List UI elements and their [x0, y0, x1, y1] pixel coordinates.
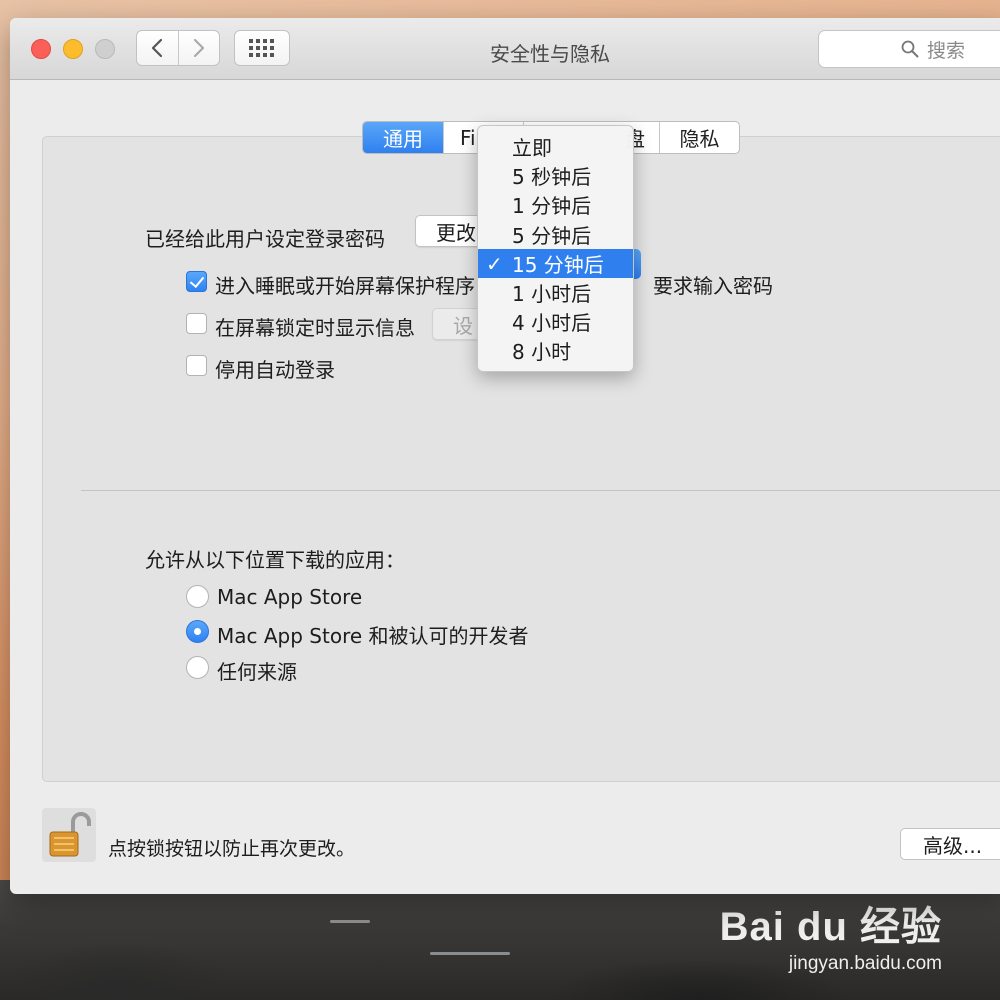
lock-button[interactable] [42, 808, 96, 862]
require-password-checkbox[interactable] [186, 271, 207, 292]
disable-autologin-label: 停用自动登录 [215, 358, 335, 382]
tab-privacy[interactable]: 隐私 [659, 122, 739, 153]
lock-message-checkbox[interactable] [186, 313, 207, 334]
radio-app-store-label: Mac App Store [217, 585, 363, 609]
checkmark-icon: ✓ [486, 251, 503, 276]
menu-item-4-hours[interactable]: 4 小时后 [478, 307, 633, 336]
menu-item-label: 8 小时 [512, 340, 572, 365]
menu-item-label: 15 分钟后 [512, 252, 604, 277]
menu-item-1-minute[interactable]: 1 分钟后 [478, 190, 633, 219]
menu-item-label: 1 小时后 [512, 282, 592, 307]
delay-dropdown-menu: 立即 5 秒钟后 1 分钟后 5 分钟后 ✓ 15 分钟后 1 小时后 4 小时… [477, 125, 634, 372]
menu-item-label: 4 小时后 [512, 311, 592, 336]
password-label: 已经给此用户设定登录密码 [145, 227, 385, 251]
tab-general[interactable]: 通用 [363, 122, 443, 153]
advanced-button[interactable]: 高级... [900, 828, 1000, 860]
disable-autologin-checkbox[interactable] [186, 355, 207, 376]
search-icon [901, 40, 919, 58]
menu-item-1-hour[interactable]: 1 小时后 [478, 278, 633, 307]
baidu-watermark: Bai du 经验 jingyan.baidu.com [720, 905, 942, 975]
menu-item-label: 立即 [512, 136, 552, 161]
require-password-label: 进入睡眠或开始屏幕保护程序 [215, 274, 475, 298]
baidu-url: jingyan.baidu.com [788, 953, 942, 974]
require-password-suffix: 要求输入密码 [653, 274, 773, 298]
radio-anywhere[interactable] [186, 656, 209, 679]
menu-item-5-seconds[interactable]: 5 秒钟后 [478, 161, 633, 190]
section-divider [81, 490, 1000, 491]
title-bar: 安全性与隐私 搜索 [10, 18, 1000, 80]
menu-item-8-hours[interactable]: 8 小时 [478, 336, 633, 365]
radio-identified-developers-label: Mac App Store 和被认可的开发者 [217, 624, 529, 648]
downloads-heading: 允许从以下位置下载的应用： [145, 548, 405, 572]
radio-app-store[interactable] [186, 585, 209, 608]
lock-hint-text: 点按锁按钮以防止再次更改。 [108, 838, 356, 860]
search-field[interactable]: 搜索 [818, 30, 1000, 68]
unlocked-padlock-icon [49, 812, 91, 857]
menu-item-label: 5 秒钟后 [512, 165, 592, 190]
baidu-logo: Bai du 经验 [719, 905, 942, 949]
menu-item-5-minutes[interactable]: 5 分钟后 [478, 220, 633, 249]
menu-item-immediately[interactable]: 立即 [478, 132, 633, 161]
lock-message-label: 在屏幕锁定时显示信息 [215, 316, 415, 340]
search-placeholder: 搜索 [927, 39, 966, 62]
wallpaper-snow-streak [430, 952, 510, 955]
radio-anywhere-label: 任何来源 [217, 660, 297, 684]
menu-item-label: 5 分钟后 [512, 223, 592, 248]
menu-item-15-minutes[interactable]: ✓ 15 分钟后 [478, 248, 633, 278]
menu-item-label: 1 分钟后 [512, 194, 592, 219]
wallpaper-snow-streak [330, 920, 370, 923]
radio-identified-developers[interactable] [186, 620, 209, 643]
